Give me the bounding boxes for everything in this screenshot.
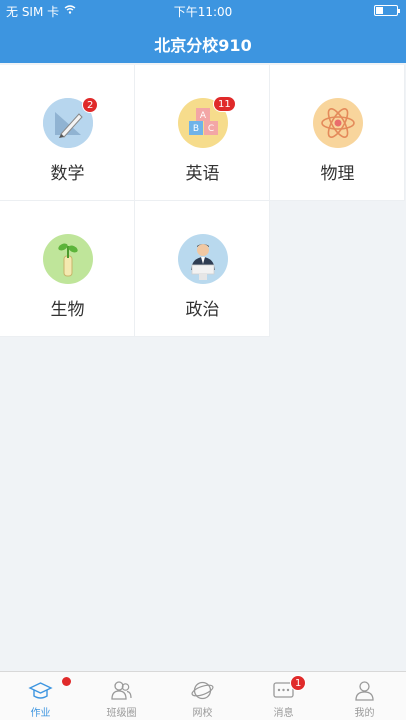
tab-label: 网校 (192, 708, 213, 719)
tab-me[interactable]: 我的 (324, 672, 405, 720)
header: 无 SIM 卡 下午11:00 北京分校910 (0, 0, 406, 63)
subject-physics[interactable]: 物理 (270, 65, 405, 201)
badge-count: 1 (290, 675, 307, 691)
subject-label: 数学 (50, 164, 85, 184)
subject-label: 英语 (185, 164, 220, 184)
page-title: 北京分校910 (154, 36, 252, 55)
tab-class-circle[interactable]: 班级圈 (81, 672, 162, 720)
tab-label: 我的 (354, 708, 375, 719)
subject-label: 政治 (185, 300, 220, 320)
test-tube-plant-icon (43, 234, 93, 284)
people-icon (111, 681, 132, 700)
subject-math[interactable]: 2 数学 (0, 65, 135, 201)
atom-icon (313, 98, 363, 148)
svg-text:B: B (193, 124, 199, 134)
subject-label: 物理 (320, 164, 355, 184)
svg-text:C: C (208, 124, 214, 134)
tab-label: 班级圈 (106, 708, 137, 719)
subject-biology[interactable]: 生物 (0, 201, 135, 337)
speaker-podium-icon (178, 234, 228, 284)
subject-politics[interactable]: 政治 (135, 201, 270, 337)
notification-dot (62, 677, 71, 686)
battery-icon (374, 5, 400, 16)
tab-label: 消息 (273, 708, 294, 719)
badge-count: 2 (82, 97, 99, 113)
tab-online-school[interactable]: 网校 (162, 672, 243, 720)
svg-text:A: A (200, 111, 207, 121)
tab-messages[interactable]: 1 消息 (243, 672, 324, 720)
graduation-cap-icon (28, 682, 53, 699)
tab-label: 作业 (30, 708, 51, 719)
status-time: 下午11:00 (173, 5, 233, 19)
subject-label: 生物 (50, 300, 85, 320)
person-icon (355, 681, 374, 701)
badge-count: 11 (213, 96, 236, 112)
globe-icon (191, 681, 214, 700)
subject-english[interactable]: A B C 11 英语 (135, 65, 270, 201)
tab-bar: 作业 班级圈 网校 1 消息 我的 (0, 671, 406, 720)
status-bar: 无 SIM 卡 下午11:00 (0, 0, 406, 20)
tab-homework[interactable]: 作业 (0, 672, 81, 720)
